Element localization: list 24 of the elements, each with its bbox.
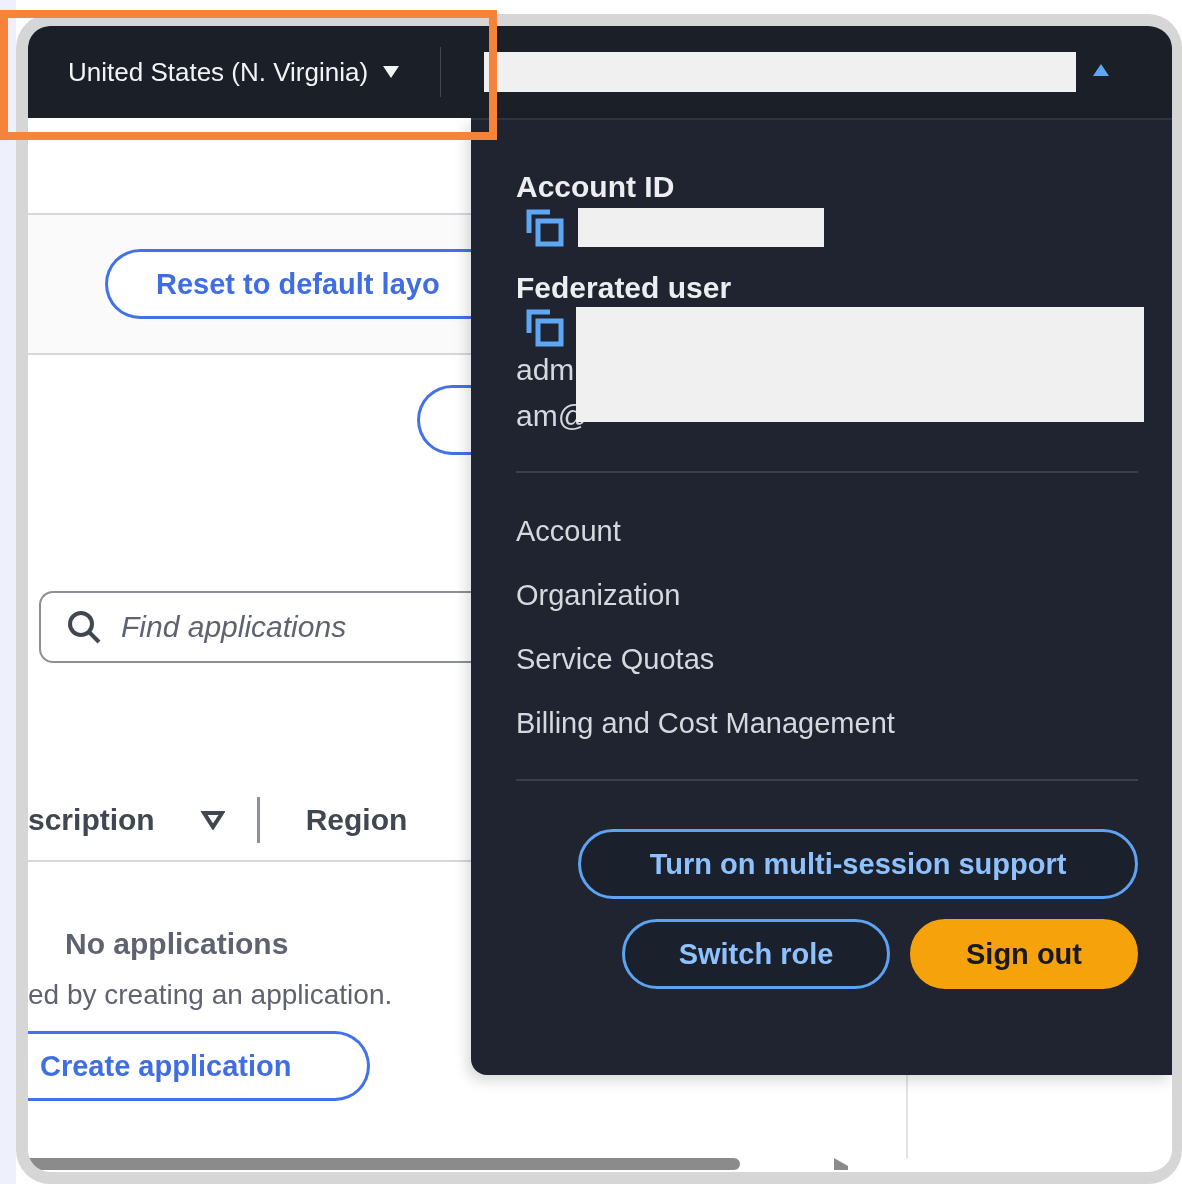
search-field[interactable]: Find applications bbox=[39, 591, 471, 663]
region-selector[interactable]: United States (N. Virginia) bbox=[68, 56, 401, 88]
federated-user-label: Federated user bbox=[516, 271, 733, 305]
menu-link[interactable]: Service Quotas bbox=[516, 643, 715, 675]
sign-out-button[interactable]: Sign out bbox=[910, 919, 1138, 989]
copy-icon[interactable] bbox=[526, 208, 564, 247]
menu-link[interactable]: Organization bbox=[516, 579, 681, 611]
menu-link[interactable]: Account bbox=[516, 515, 621, 547]
column-header[interactable]: Region bbox=[305, 803, 408, 837]
search-input[interactable]: Find applications bbox=[119, 596, 471, 658]
column-header[interactable]: scription bbox=[28, 803, 155, 837]
sort-icon[interactable] bbox=[200, 810, 225, 830]
scroll-right-icon[interactable] bbox=[832, 1158, 850, 1170]
reset-layout-button[interactable]: Reset to default layo bbox=[105, 249, 471, 319]
empty-state-title: No applications bbox=[65, 927, 289, 961]
menu-button[interactable]: Switch role bbox=[622, 919, 890, 989]
menu-link[interactable]: Billing and Cost Management bbox=[516, 707, 895, 739]
menu-button[interactable]: Turn on multi-session support bbox=[578, 829, 1138, 899]
create-application-button[interactable]: Create application bbox=[28, 1031, 370, 1101]
account-id-label: Account ID bbox=[516, 170, 676, 204]
empty-state-text: ed by creating an application. bbox=[28, 979, 393, 1011]
copy-icon[interactable] bbox=[526, 309, 564, 347]
search-icon bbox=[67, 610, 101, 644]
user-name-text: adm bbox=[516, 353, 575, 386]
